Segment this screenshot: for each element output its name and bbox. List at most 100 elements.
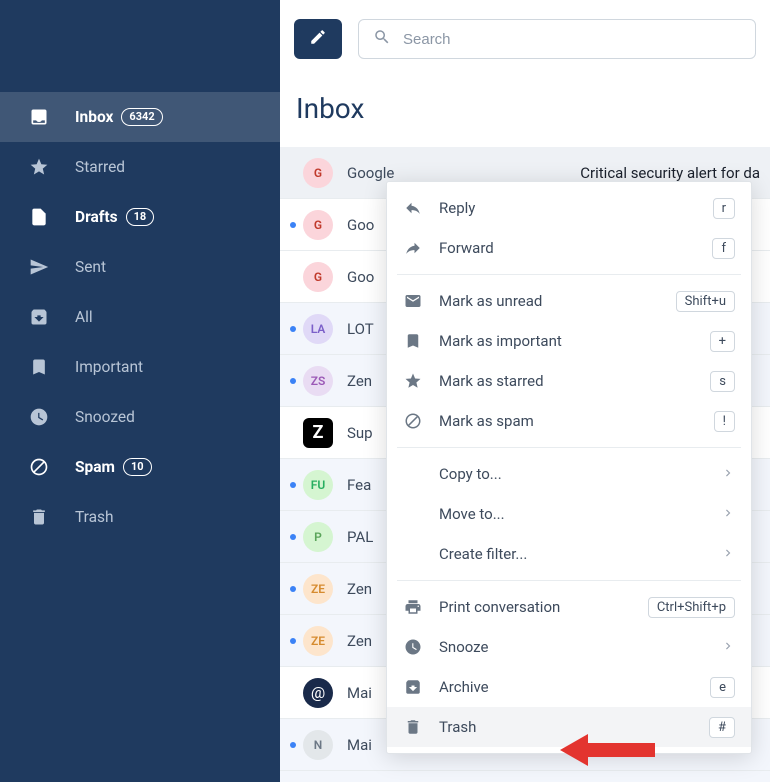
menu-label: Mark as spam — [439, 412, 714, 430]
annotation-arrow-icon — [560, 730, 655, 770]
menu-shortcut: ! — [714, 411, 735, 432]
sidebar-label: Drafts — [75, 208, 118, 226]
menu-shortcut: Ctrl+Shift+p — [648, 597, 735, 618]
unread-dot-icon — [290, 378, 296, 384]
sidebar-label: Sent — [75, 258, 106, 276]
block-icon — [403, 411, 423, 431]
menu-snooze[interactable]: Snooze — [387, 627, 751, 667]
menu-shortcut: Shift+u — [676, 291, 735, 312]
compose-button[interactable] — [294, 19, 342, 59]
menu-separator — [397, 447, 741, 448]
send-icon — [28, 256, 50, 278]
trash-icon — [403, 717, 423, 737]
forward-icon — [403, 238, 423, 258]
avatar: N — [303, 730, 333, 760]
avatar: FU — [303, 470, 333, 500]
sidebar-label: Starred — [75, 158, 125, 176]
sidebar-label: Important — [75, 358, 143, 376]
sidebar-label: All — [75, 308, 93, 326]
clock-icon — [403, 637, 423, 657]
menu-shortcut: s — [710, 371, 735, 392]
block-icon — [28, 456, 50, 478]
unread-dot-icon — [290, 326, 296, 332]
search-icon — [373, 28, 403, 50]
avatar: ZE — [303, 574, 333, 604]
menu-separator — [397, 580, 741, 581]
sidebar-badge: 10 — [123, 458, 152, 476]
reply-icon — [403, 198, 423, 218]
sidebar-item-snoozed[interactable]: Snoozed — [0, 392, 280, 442]
sidebar-item-sent[interactable]: Sent — [0, 242, 280, 292]
avatar: G — [303, 210, 333, 240]
archive-icon — [403, 677, 423, 697]
search-box[interactable] — [358, 19, 756, 59]
sidebar: Inbox 6342 Starred Drafts 18 Sent All Im… — [0, 0, 280, 782]
menu-reply[interactable]: Reply r — [387, 188, 751, 228]
menu-forward[interactable]: Forward f — [387, 228, 751, 268]
menu-shortcut: r — [713, 198, 735, 219]
trash-icon — [28, 506, 50, 528]
menu-copy-to[interactable]: Copy to... — [387, 454, 751, 494]
menu-label: Archive — [439, 678, 710, 696]
menu-shortcut: # — [709, 717, 735, 738]
file-icon — [28, 206, 50, 228]
sidebar-item-important[interactable]: Important — [0, 342, 280, 392]
bookmark-icon — [28, 356, 50, 378]
pencil-icon — [309, 28, 327, 50]
sidebar-badge: 18 — [126, 208, 155, 226]
avatar: Z — [303, 418, 333, 448]
unread-dot-icon — [290, 742, 296, 748]
avatar: ZE — [303, 626, 333, 656]
sidebar-item-drafts[interactable]: Drafts 18 — [0, 192, 280, 242]
menu-shortcut: + — [710, 331, 735, 352]
unread-dot-icon — [290, 586, 296, 592]
inbox-icon — [28, 106, 50, 128]
sidebar-item-all[interactable]: All — [0, 292, 280, 342]
menu-mark-spam[interactable]: Mark as spam ! — [387, 401, 751, 441]
menu-label: Mark as important — [439, 332, 710, 350]
menu-shortcut: f — [712, 238, 735, 259]
menu-label: Copy to... — [439, 465, 721, 483]
menu-label: Move to... — [439, 505, 721, 523]
mail-icon — [403, 291, 423, 311]
menu-mark-starred[interactable]: Mark as starred s — [387, 361, 751, 401]
star-icon — [28, 156, 50, 178]
star-icon — [403, 371, 423, 391]
email-row[interactable]: P PALLADIUM — [280, 771, 770, 782]
menu-create-filter[interactable]: Create filter... — [387, 534, 751, 574]
unread-dot-icon — [290, 534, 296, 540]
chevron-right-icon — [721, 545, 735, 564]
sidebar-label: Inbox — [75, 108, 113, 126]
search-input[interactable] — [403, 31, 741, 48]
menu-label: Reply — [439, 199, 713, 217]
sidebar-item-trash[interactable]: Trash — [0, 492, 280, 542]
chevron-right-icon — [721, 638, 735, 657]
menu-separator — [397, 274, 741, 275]
menu-label: Mark as starred — [439, 372, 710, 390]
menu-label: Mark as unread — [439, 292, 676, 310]
avatar: ZS — [303, 366, 333, 396]
chevron-right-icon — [721, 465, 735, 484]
toolbar — [280, 0, 770, 78]
clock-icon — [28, 406, 50, 428]
unread-dot-icon — [290, 638, 296, 644]
menu-mark-important[interactable]: Mark as important + — [387, 321, 751, 361]
sidebar-label: Snoozed — [75, 408, 135, 426]
menu-label: Print conversation — [439, 598, 648, 616]
menu-mark-unread[interactable]: Mark as unread Shift+u — [387, 281, 751, 321]
menu-label: Forward — [439, 239, 712, 257]
avatar: P — [303, 522, 333, 552]
avatar: @ — [303, 678, 333, 708]
email-sender: Google — [347, 164, 427, 182]
sidebar-item-starred[interactable]: Starred — [0, 142, 280, 192]
avatar: G — [303, 158, 333, 188]
sidebar-item-inbox[interactable]: Inbox 6342 — [0, 92, 280, 142]
menu-move-to[interactable]: Move to... — [387, 494, 751, 534]
print-icon — [403, 597, 423, 617]
sidebar-item-spam[interactable]: Spam 10 — [0, 442, 280, 492]
email-subject: Critical security alert for da — [580, 164, 760, 182]
avatar: G — [303, 262, 333, 292]
menu-archive[interactable]: Archive e — [387, 667, 751, 707]
menu-print[interactable]: Print conversation Ctrl+Shift+p — [387, 587, 751, 627]
menu-label: Create filter... — [439, 545, 721, 563]
